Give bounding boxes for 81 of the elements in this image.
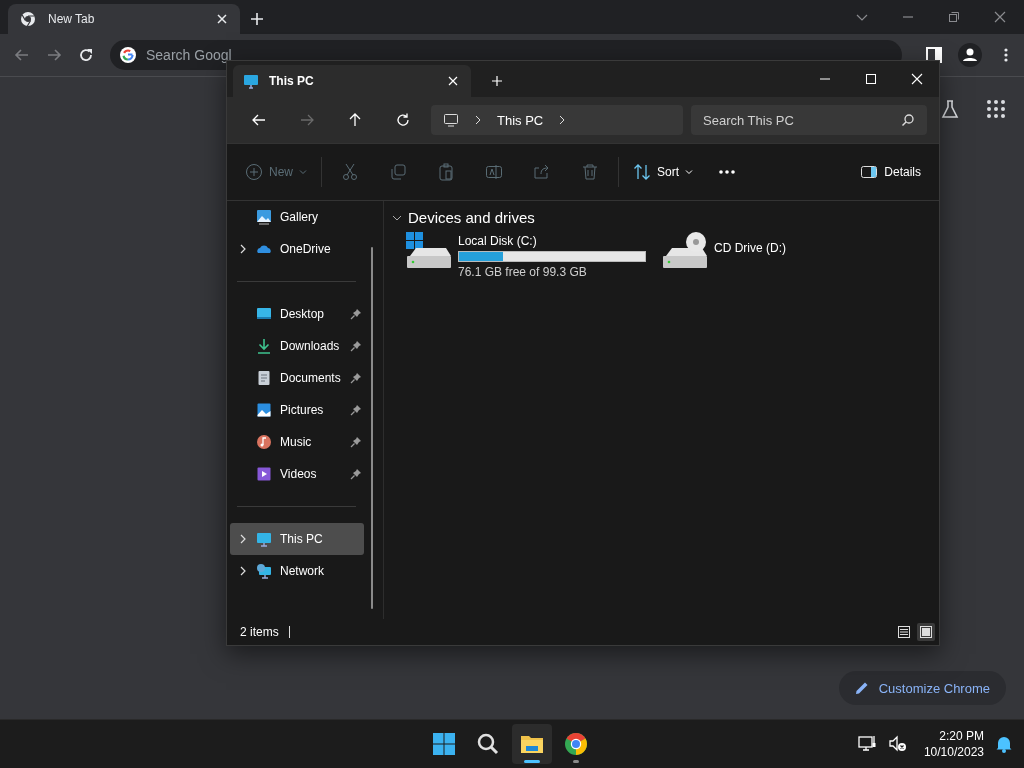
sidebar-item[interactable]: Pictures	[230, 394, 364, 426]
network-icon[interactable]	[857, 734, 878, 754]
pin-icon[interactable]	[350, 436, 362, 448]
pin-icon[interactable]	[350, 340, 362, 352]
drive-name[interactable]: Local Disk (C:)	[458, 234, 646, 248]
apps-grid-icon[interactable]	[986, 99, 1006, 119]
sidebar-item[interactable]: This PC	[230, 523, 364, 555]
forward-arrow-icon	[299, 112, 315, 128]
chevron-right-icon[interactable]	[238, 244, 248, 254]
caret-icon	[685, 168, 694, 176]
details-view-button[interactable]	[895, 623, 913, 641]
windows-disk-icon	[406, 232, 452, 270]
windows-logo-icon	[432, 732, 456, 756]
desktop-icon	[256, 306, 272, 322]
drive-name[interactable]: CD Drive (D:)	[714, 241, 786, 255]
explorer-tab[interactable]: This PC	[233, 65, 471, 97]
item-count: 2 items	[240, 625, 279, 639]
reload-icon[interactable]	[78, 47, 94, 63]
scrollbar[interactable]	[371, 247, 373, 609]
video-icon	[256, 466, 272, 482]
gallery-icon	[256, 209, 272, 225]
customize-chrome-button[interactable]: Customize Chrome	[838, 671, 1006, 705]
download-icon	[256, 338, 272, 354]
free-space-text: 76.1 GB free of 99.3 GB	[458, 265, 588, 279]
pin-icon[interactable]	[350, 468, 362, 480]
restore-icon[interactable]	[948, 11, 960, 23]
pin-icon[interactable]	[350, 372, 362, 384]
up-arrow-icon	[347, 112, 363, 128]
refresh-icon	[395, 112, 411, 128]
chevron-right-icon[interactable]	[238, 566, 248, 576]
forward-icon[interactable]	[46, 47, 62, 63]
details-pane-icon	[860, 163, 879, 181]
new-tab-icon[interactable]	[250, 12, 264, 26]
clock-date: 10/10/2023	[923, 744, 984, 760]
chevron-right-icon	[473, 115, 483, 125]
chrome-logo-icon	[564, 732, 588, 756]
google-logo-icon	[120, 47, 136, 63]
search-input[interactable]: Search This PC	[703, 112, 901, 128]
caret-icon	[299, 168, 307, 176]
sidebar-item[interactable]: Downloads	[230, 330, 364, 362]
back-icon[interactable]	[14, 47, 30, 63]
clock-time: 2:20 PM	[939, 728, 984, 744]
music-note-icon	[256, 434, 272, 450]
sidebar-item[interactable]: Network	[230, 555, 364, 587]
search-icon[interactable]	[901, 113, 915, 127]
pin-icon[interactable]	[350, 404, 362, 416]
address-field[interactable]: Search Googl	[146, 47, 446, 63]
tiles-view-button[interactable]	[917, 623, 935, 641]
tiles-view-icon	[920, 626, 932, 638]
pin-icon[interactable]	[350, 308, 362, 320]
sidebar-item[interactable]: Documents	[230, 362, 364, 394]
muted-speaker-icon[interactable]	[887, 734, 908, 754]
maximize-icon[interactable]	[865, 73, 877, 85]
sidebar-item[interactable]: Music	[230, 426, 364, 458]
back-arrow-icon	[251, 112, 267, 128]
list-view-icon	[898, 626, 910, 638]
sort-button[interactable]: Sort	[623, 154, 704, 190]
chrome-logo-icon	[20, 11, 36, 27]
sidebar-item[interactable]: Videos	[230, 458, 364, 490]
bell-icon[interactable]	[994, 734, 1014, 754]
network-icon	[256, 563, 272, 579]
picture-icon	[256, 402, 272, 418]
sidebar-item[interactable]: Desktop	[230, 298, 364, 330]
chevron-right-icon[interactable]	[238, 534, 248, 544]
profile-icon[interactable]	[958, 43, 982, 67]
monitor-icon	[443, 112, 459, 128]
monitor-icon	[243, 73, 259, 89]
section-header[interactable]: Devices and drives	[392, 209, 931, 226]
details-button[interactable]: Details	[850, 154, 931, 190]
explorer-taskbar-button[interactable]	[512, 724, 552, 764]
search-icon	[476, 732, 500, 756]
sidebar-item[interactable]: OneDrive	[230, 233, 364, 265]
browser-tab[interactable]: New Tab	[8, 4, 240, 34]
flask-icon[interactable]	[940, 99, 960, 119]
monitor-icon	[256, 531, 272, 547]
address-bar[interactable]: This PC	[431, 105, 683, 135]
search-field[interactable]: Search This PC	[691, 105, 927, 135]
document-icon	[256, 370, 272, 386]
cd-drive-icon	[662, 232, 708, 270]
pencil-icon	[854, 681, 869, 695]
sidebar-item[interactable]: Gallery	[230, 201, 364, 233]
